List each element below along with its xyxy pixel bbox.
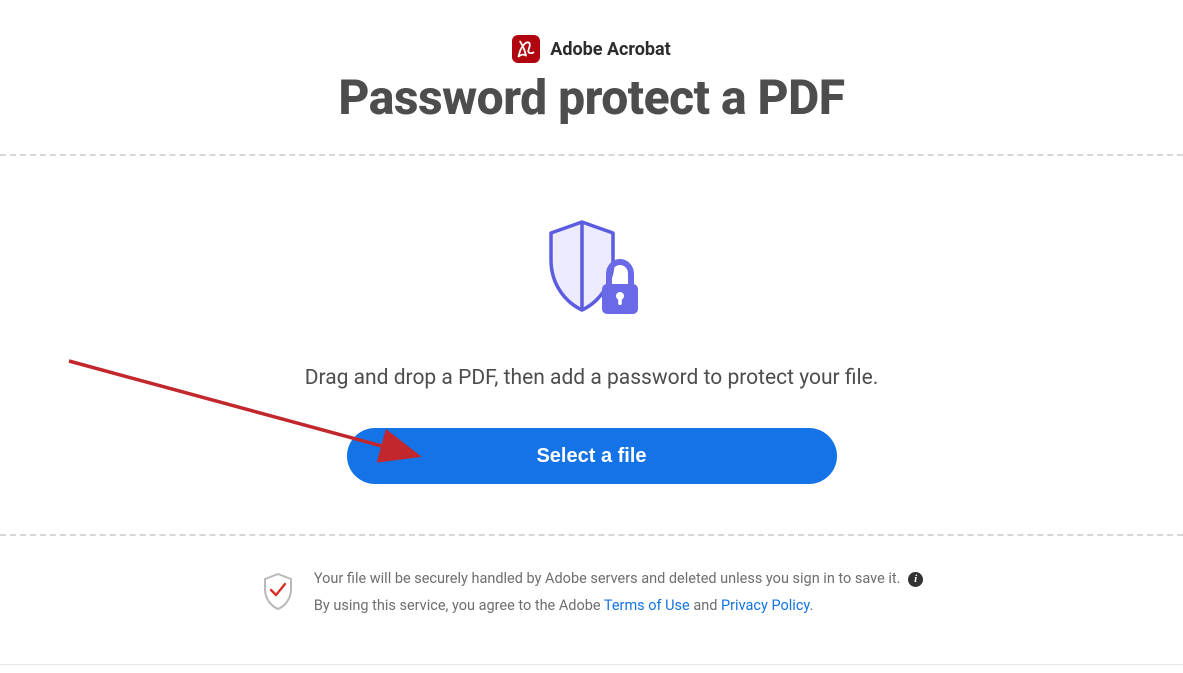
instructions-text: Drag and drop a PDF, then add a password… [0,366,1183,390]
footer-line2-prefix: By using this service, you agree to the … [314,597,604,614]
footer: Your file will be securely handled by Ad… [0,536,1183,630]
secure-shield-icon [260,571,296,615]
terms-of-use-link[interactable]: Terms of Use [604,597,690,614]
page-header: Adobe Acrobat Password protect a PDF [0,0,1183,154]
shield-lock-icon [537,216,647,326]
adobe-acrobat-icon [512,35,540,63]
page-title: Password protect a PDF [0,69,1183,126]
info-icon[interactable]: i [908,572,923,587]
footer-text: Your file will be securely handled by Ad… [314,566,923,620]
footer-and: and [690,597,721,614]
brand-row: Adobe Acrobat [512,35,671,63]
main-dropzone[interactable]: Drag and drop a PDF, then add a password… [0,156,1183,534]
bottom-rule [0,664,1183,665]
privacy-policy-link[interactable]: Privacy Policy [721,597,810,614]
brand-label: Adobe Acrobat [550,39,671,60]
select-file-button[interactable]: Select a file [347,428,837,484]
footer-line1: Your file will be securely handled by Ad… [314,570,901,587]
footer-period: . [810,597,814,614]
